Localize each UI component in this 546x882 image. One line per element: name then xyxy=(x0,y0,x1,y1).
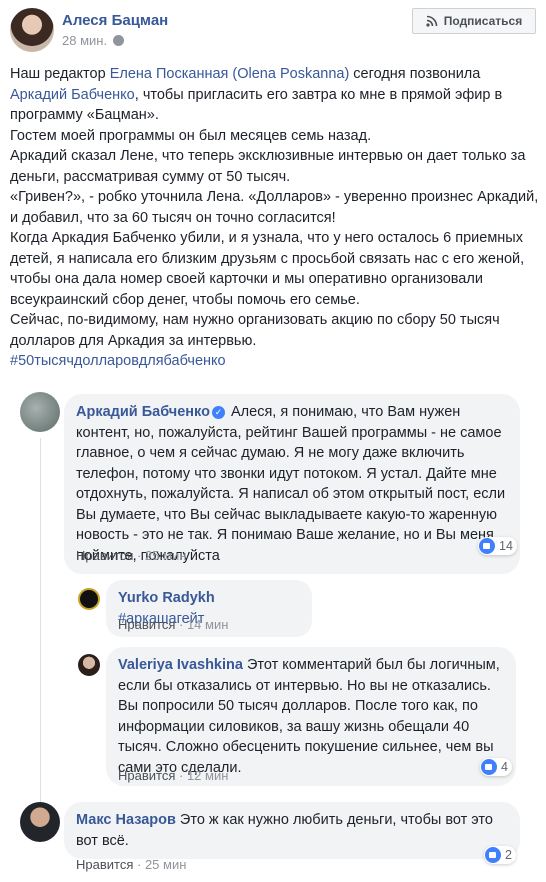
like-button[interactable]: Нравится xyxy=(118,768,175,783)
commenter-name[interactable]: Аркадий Бабченко xyxy=(76,404,210,420)
commenter-avatar[interactable] xyxy=(78,588,100,610)
author-name[interactable]: Алеся Бацман xyxy=(62,12,168,29)
subscribe-label: Подписаться xyxy=(443,14,523,28)
reactions-number: 14 xyxy=(499,539,513,553)
reactions-number: 4 xyxy=(501,760,508,774)
reactions-number: 2 xyxy=(505,848,512,862)
thread-line xyxy=(40,438,41,828)
subscribe-button[interactable]: Подписаться xyxy=(412,8,536,34)
like-reaction-icon xyxy=(481,759,497,775)
post-paragraph-5: Когда Аркадия Бабченко убили, и я узнала… xyxy=(10,230,525,308)
comment-time[interactable]: 25 мин xyxy=(145,548,186,563)
post-paragraph-2: Гостем моей программы он был месяцев сем… xyxy=(10,127,372,144)
post-header: Алеся Бацман 28 мин. Подписаться xyxy=(10,8,536,56)
comment-actions: Нравится · 12 мин xyxy=(118,768,229,783)
like-button[interactable]: Нравится xyxy=(76,857,133,872)
verified-icon: ✓ xyxy=(211,406,225,419)
comment-actions: Нравится · 25 мин xyxy=(76,857,187,872)
mention-link[interactable]: Аркадий Бабченко xyxy=(10,87,135,103)
rss-icon xyxy=(426,15,438,27)
commenter-name[interactable]: Yurko Radykh xyxy=(118,590,215,606)
commenter-avatar[interactable] xyxy=(20,802,60,842)
commenter-name[interactable]: Valeriya Ivashkina xyxy=(118,657,243,673)
post-text-segment: сегодня позвонила xyxy=(349,66,481,82)
post-time[interactable]: 28 мин. xyxy=(62,33,125,48)
post-time-label[interactable]: 28 мин. xyxy=(62,33,107,48)
hashtag-link[interactable]: #50тысячдолларовдлябабченко xyxy=(10,351,540,372)
post-text: Наш редактор Елена Посканная (Olena Posk… xyxy=(10,64,540,372)
comment-time[interactable]: 14 мин xyxy=(187,617,228,632)
like-button[interactable]: Нравится xyxy=(76,548,133,563)
mention-link[interactable]: Елена Посканная (Olena Poskanna) xyxy=(110,66,350,82)
author-avatar[interactable] xyxy=(10,8,54,52)
reactions-count[interactable]: 2 xyxy=(484,846,516,864)
comment-actions: Нравится · 25 мин xyxy=(76,548,187,563)
comment-bubble: Макс Назаров Это ж как нужно любить день… xyxy=(64,802,520,859)
post-text-segment: Наш редактор xyxy=(10,66,110,82)
commenter-avatar[interactable] xyxy=(20,392,60,432)
comment-text: Этот комментарий был бы логичным, если б… xyxy=(118,657,500,776)
globe-icon xyxy=(113,35,125,46)
reactions-count[interactable]: 14 xyxy=(478,537,517,555)
post-paragraph-1: Наш редактор Елена Посканная (Olena Posk… xyxy=(10,64,540,126)
comment-bubble: Valeriya Ivashkina Этот комментарий был … xyxy=(106,647,516,786)
comment-actions: Нравится · 14 мин xyxy=(118,617,229,632)
post-paragraph-4: «Гривен?», - робко уточнила Лена. «Долла… xyxy=(10,189,539,226)
comment-bubble: Аркадий Бабченко ✓ Алеся, я понимаю, что … xyxy=(64,394,520,574)
commenter-avatar[interactable] xyxy=(78,654,100,676)
like-button[interactable]: Нравится xyxy=(118,617,175,632)
comment-time[interactable]: 25 мин xyxy=(145,857,186,872)
comment-time[interactable]: 12 мин xyxy=(187,768,228,783)
like-reaction-icon xyxy=(479,538,495,554)
reactions-count[interactable]: 4 xyxy=(480,758,512,776)
post-paragraph-6: Сейчас, по-видимому, нам нужно организов… xyxy=(10,312,500,349)
commenter-name[interactable]: Макс Назаров xyxy=(76,812,176,828)
like-reaction-icon xyxy=(485,847,501,863)
comment-text: Алеся, я понимаю, что Вам нужен контент,… xyxy=(76,404,506,564)
post-paragraph-3: Аркадий сказал Лене, что теперь эксклюзи… xyxy=(10,148,526,185)
